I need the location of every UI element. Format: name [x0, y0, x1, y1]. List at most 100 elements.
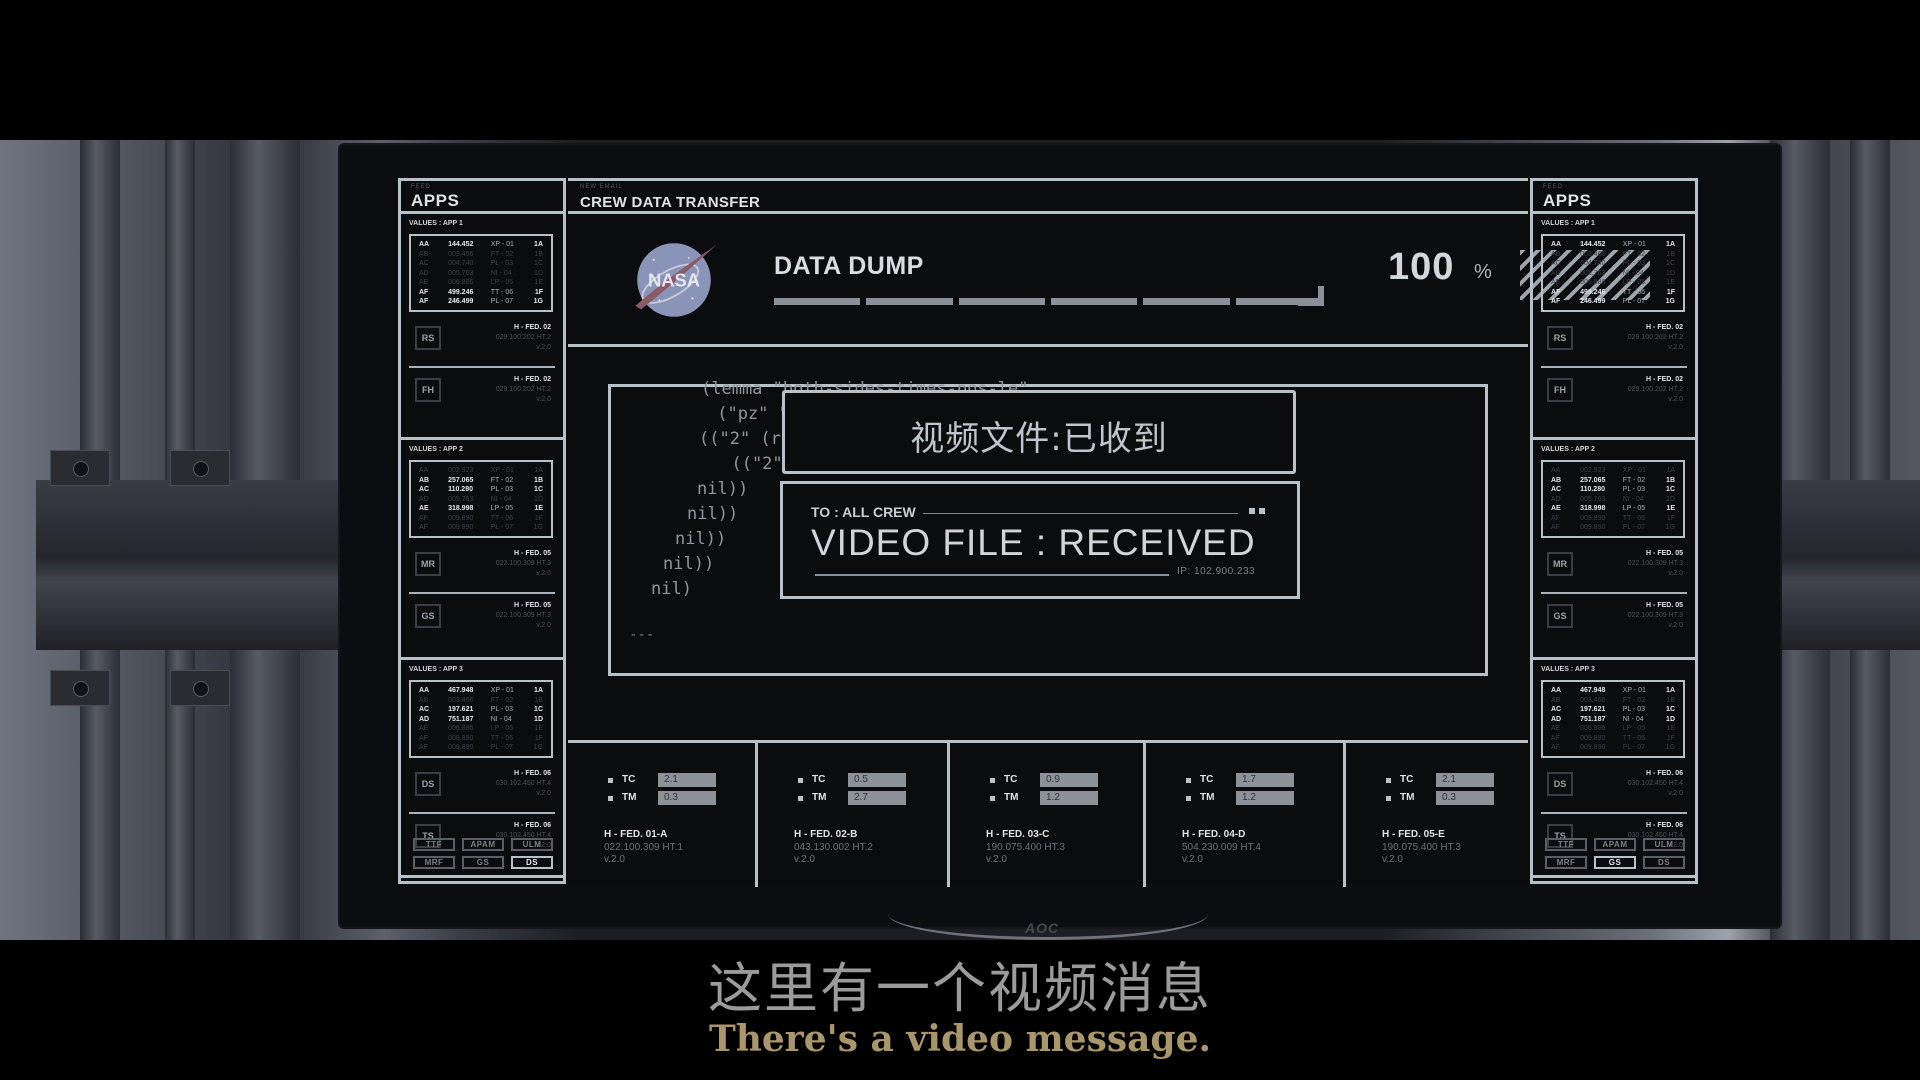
values-cell: AF — [1551, 514, 1560, 522]
tc-value-field[interactable]: 0.5 — [848, 773, 906, 787]
tc-row: TC 2.1 — [1386, 773, 1536, 787]
tc-value-field[interactable]: 1.7 — [1236, 773, 1294, 787]
feed-item-fh[interactable]: FH H - FED. 02 029.100.202 HT.2 v.2.0 — [409, 372, 555, 414]
tc-row: TC 0.5 — [798, 773, 948, 787]
values-cell: 1B — [534, 476, 543, 484]
values-row: AA 002.923 XP - 01 1A — [1551, 466, 1675, 476]
values-cell: 751.187 — [448, 715, 474, 723]
feed-item-gs[interactable]: GS H - FED. 05 022.100.309 HT.3 v.2.0 — [1541, 598, 1687, 640]
values-cell: 1B — [1666, 696, 1675, 704]
values-row: AC 004.740 PL - 03 1C — [419, 259, 543, 269]
chinese-notice-box: 视频文件:已收到 — [782, 390, 1296, 474]
values-row: AC 110.280 PL - 03 1C — [1551, 485, 1675, 495]
bullet-icon — [1186, 778, 1191, 783]
values-row: AF 009.890 TT - 06 1F — [419, 734, 543, 744]
values-cell: 1G — [1665, 524, 1675, 531]
feed-code-button[interactable]: DS — [1547, 772, 1573, 796]
feed-code-button[interactable]: MR — [415, 552, 441, 576]
tm-value-field[interactable]: 1.2 — [1236, 791, 1294, 805]
feed-code-button[interactable]: MR — [1547, 552, 1573, 576]
values-cell: AE — [1551, 725, 1561, 732]
feed-cell-1[interactable]: TC 2.1 TM 0.3 H - FED. 01-A 022.100.309 HT.1 v… — [568, 743, 758, 887]
tc-value-field[interactable]: 0.9 — [1040, 773, 1098, 787]
values-cell: AF — [419, 514, 428, 522]
video-file-notice[interactable]: TO : ALL CREW VIDEO FILE : RECEIVED IP: … — [780, 481, 1300, 599]
tm-label: TM — [622, 792, 637, 803]
code-line: nil)) — [663, 554, 715, 574]
tm-value-field[interactable]: 0.3 — [1436, 791, 1494, 805]
app-button-mrf[interactable]: MRF — [413, 856, 455, 869]
feed-code-button[interactable]: FH — [1547, 378, 1573, 402]
app-button-gs[interactable]: GS — [1594, 856, 1636, 869]
apps-section-1: VALUES : APP 1 AA 144.452 XP - 01 1A AB 003.46… — [401, 214, 563, 440]
values-row: AF 009.890 TT - 06 1F — [1551, 734, 1675, 744]
tc-value-field[interactable]: 2.1 — [1436, 773, 1494, 787]
values-cell: XP - 01 — [1622, 467, 1646, 474]
values-cell: AC — [419, 486, 430, 493]
values-cell: 009.890 — [448, 514, 474, 522]
feed-item-rs[interactable]: RS H - FED. 02 029.100.202 HT.2 v.2.0 — [1541, 320, 1687, 362]
values-cell: 009.890 — [1580, 514, 1606, 522]
values-cell: AA — [419, 467, 429, 474]
values-row: AB 257.065 FT - 02 1B — [1551, 476, 1675, 486]
tc-value-field[interactable]: 2.1 — [658, 773, 716, 787]
values-cell: 004.740 — [448, 260, 474, 267]
values-cell: 467.948 — [448, 687, 474, 694]
app-button-ttf[interactable]: TTF — [413, 838, 455, 851]
feed-cell-4[interactable]: TC 1.7 TM 1.2 H - FED. 04-D 504.230.009 HT.4 v… — [1146, 743, 1346, 887]
values-cell: AE — [1551, 279, 1561, 286]
values-cell: 144.452 — [448, 241, 474, 248]
feed-code-button[interactable]: GS — [1547, 604, 1573, 628]
bullet-icon — [1186, 796, 1191, 801]
values-cell: AD — [1551, 715, 1562, 723]
values-cell: PL - 07 — [1622, 744, 1645, 751]
tc-label: TC — [812, 774, 826, 785]
feed-code-button[interactable]: RS — [415, 326, 441, 350]
app-button-mrf[interactable]: MRF — [1545, 856, 1587, 869]
app-button-ulm[interactable]: ULM — [1643, 838, 1685, 851]
feed-version: v.2.0 — [536, 396, 551, 403]
status-dot-icon — [1249, 508, 1255, 514]
feed-name: H - FED. 05-E — [1382, 829, 1445, 840]
feed-item-ds[interactable]: DS H - FED. 06 030.102.450 HT.4 v.2.0 — [1541, 766, 1687, 808]
feed-code-button[interactable]: DS — [415, 772, 441, 796]
letterbox-top — [0, 0, 1920, 140]
feed-item-mr[interactable]: MR H - FED. 05 022.100.309 HT.3 v.2.0 — [409, 546, 555, 588]
app-button-apam[interactable]: APAM — [462, 838, 504, 851]
feed-item-rs[interactable]: RS H - FED. 02 029.100.202 HT.2 v.2.0 — [409, 320, 555, 362]
values-row: AF 499.246 TT - 06 1F — [419, 288, 543, 298]
feed-cell-2[interactable]: TC 0.5 TM 2.7 H - FED. 02-B 043.130.002 HT.2 v… — [758, 743, 950, 887]
values-row: AA 002.923 XP - 01 1A — [419, 466, 543, 476]
tm-value-field[interactable]: 1.2 — [1040, 791, 1098, 805]
values-cell: 246.499 — [448, 298, 474, 305]
values-row: AA 467.948 XP - 01 1A — [1551, 686, 1675, 696]
values-row: AD 751.187 NI - 04 1D — [1551, 715, 1675, 725]
apps-section-1: VALUES : APP 1 AA 144.452 XP - 01 1A AB 003.46… — [1533, 214, 1695, 440]
tc-label: TC — [1400, 774, 1414, 785]
feed-cell-5[interactable]: TC 2.1 TM 0.3 H - FED. 05-E 190.075.400 HT.3 v… — [1346, 743, 1528, 887]
tm-label: TM — [1400, 792, 1415, 803]
app-button-gs[interactable]: GS — [462, 856, 504, 869]
app-button-ds[interactable]: DS — [1643, 856, 1685, 869]
tm-value-field[interactable]: 2.7 — [848, 791, 906, 805]
values-table: AA 467.948 XP - 01 1A AB 003.466 FT - 02 1B AC 19… — [409, 680, 553, 758]
values-cell: NI - 04 — [1622, 495, 1644, 503]
values-cell: FT - 02 — [1622, 696, 1646, 704]
tm-value-field[interactable]: 0.3 — [658, 791, 716, 805]
app-button-ulm[interactable]: ULM — [511, 838, 553, 851]
app-button-ds[interactable]: DS — [511, 856, 553, 869]
values-row: AF 009.890 PL - 07 1G — [1551, 523, 1675, 533]
app-button-ttf[interactable]: TTF — [1545, 838, 1587, 851]
feed-code-button[interactable]: RS — [1547, 326, 1573, 350]
feed-item-gs[interactable]: GS H - FED. 05 022.100.309 HT.3 v.2.0 — [409, 598, 555, 640]
feed-name: H - FED. 04-D — [1182, 829, 1246, 840]
feed-item-fh[interactable]: FH H - FED. 02 029.100.202 HT.2 v.2.0 — [1541, 372, 1687, 414]
feed-code-button[interactable]: GS — [415, 604, 441, 628]
feed-item-mr[interactable]: MR H - FED. 05 022.100.309 HT.3 v.2.0 — [1541, 546, 1687, 588]
values-cell: 1A — [1666, 687, 1675, 694]
feed-item-ds[interactable]: DS H - FED. 06 030.102.450 HT.4 v.2.0 — [409, 766, 555, 808]
feed-cell-3[interactable]: TC 0.9 TM 1.2 H - FED. 03-C 190.075.400 HT.3 v… — [950, 743, 1146, 887]
app-button-apam[interactable]: APAM — [1594, 838, 1636, 851]
values-cell: 004.740 — [1580, 260, 1606, 267]
feed-code-button[interactable]: FH — [415, 378, 441, 402]
